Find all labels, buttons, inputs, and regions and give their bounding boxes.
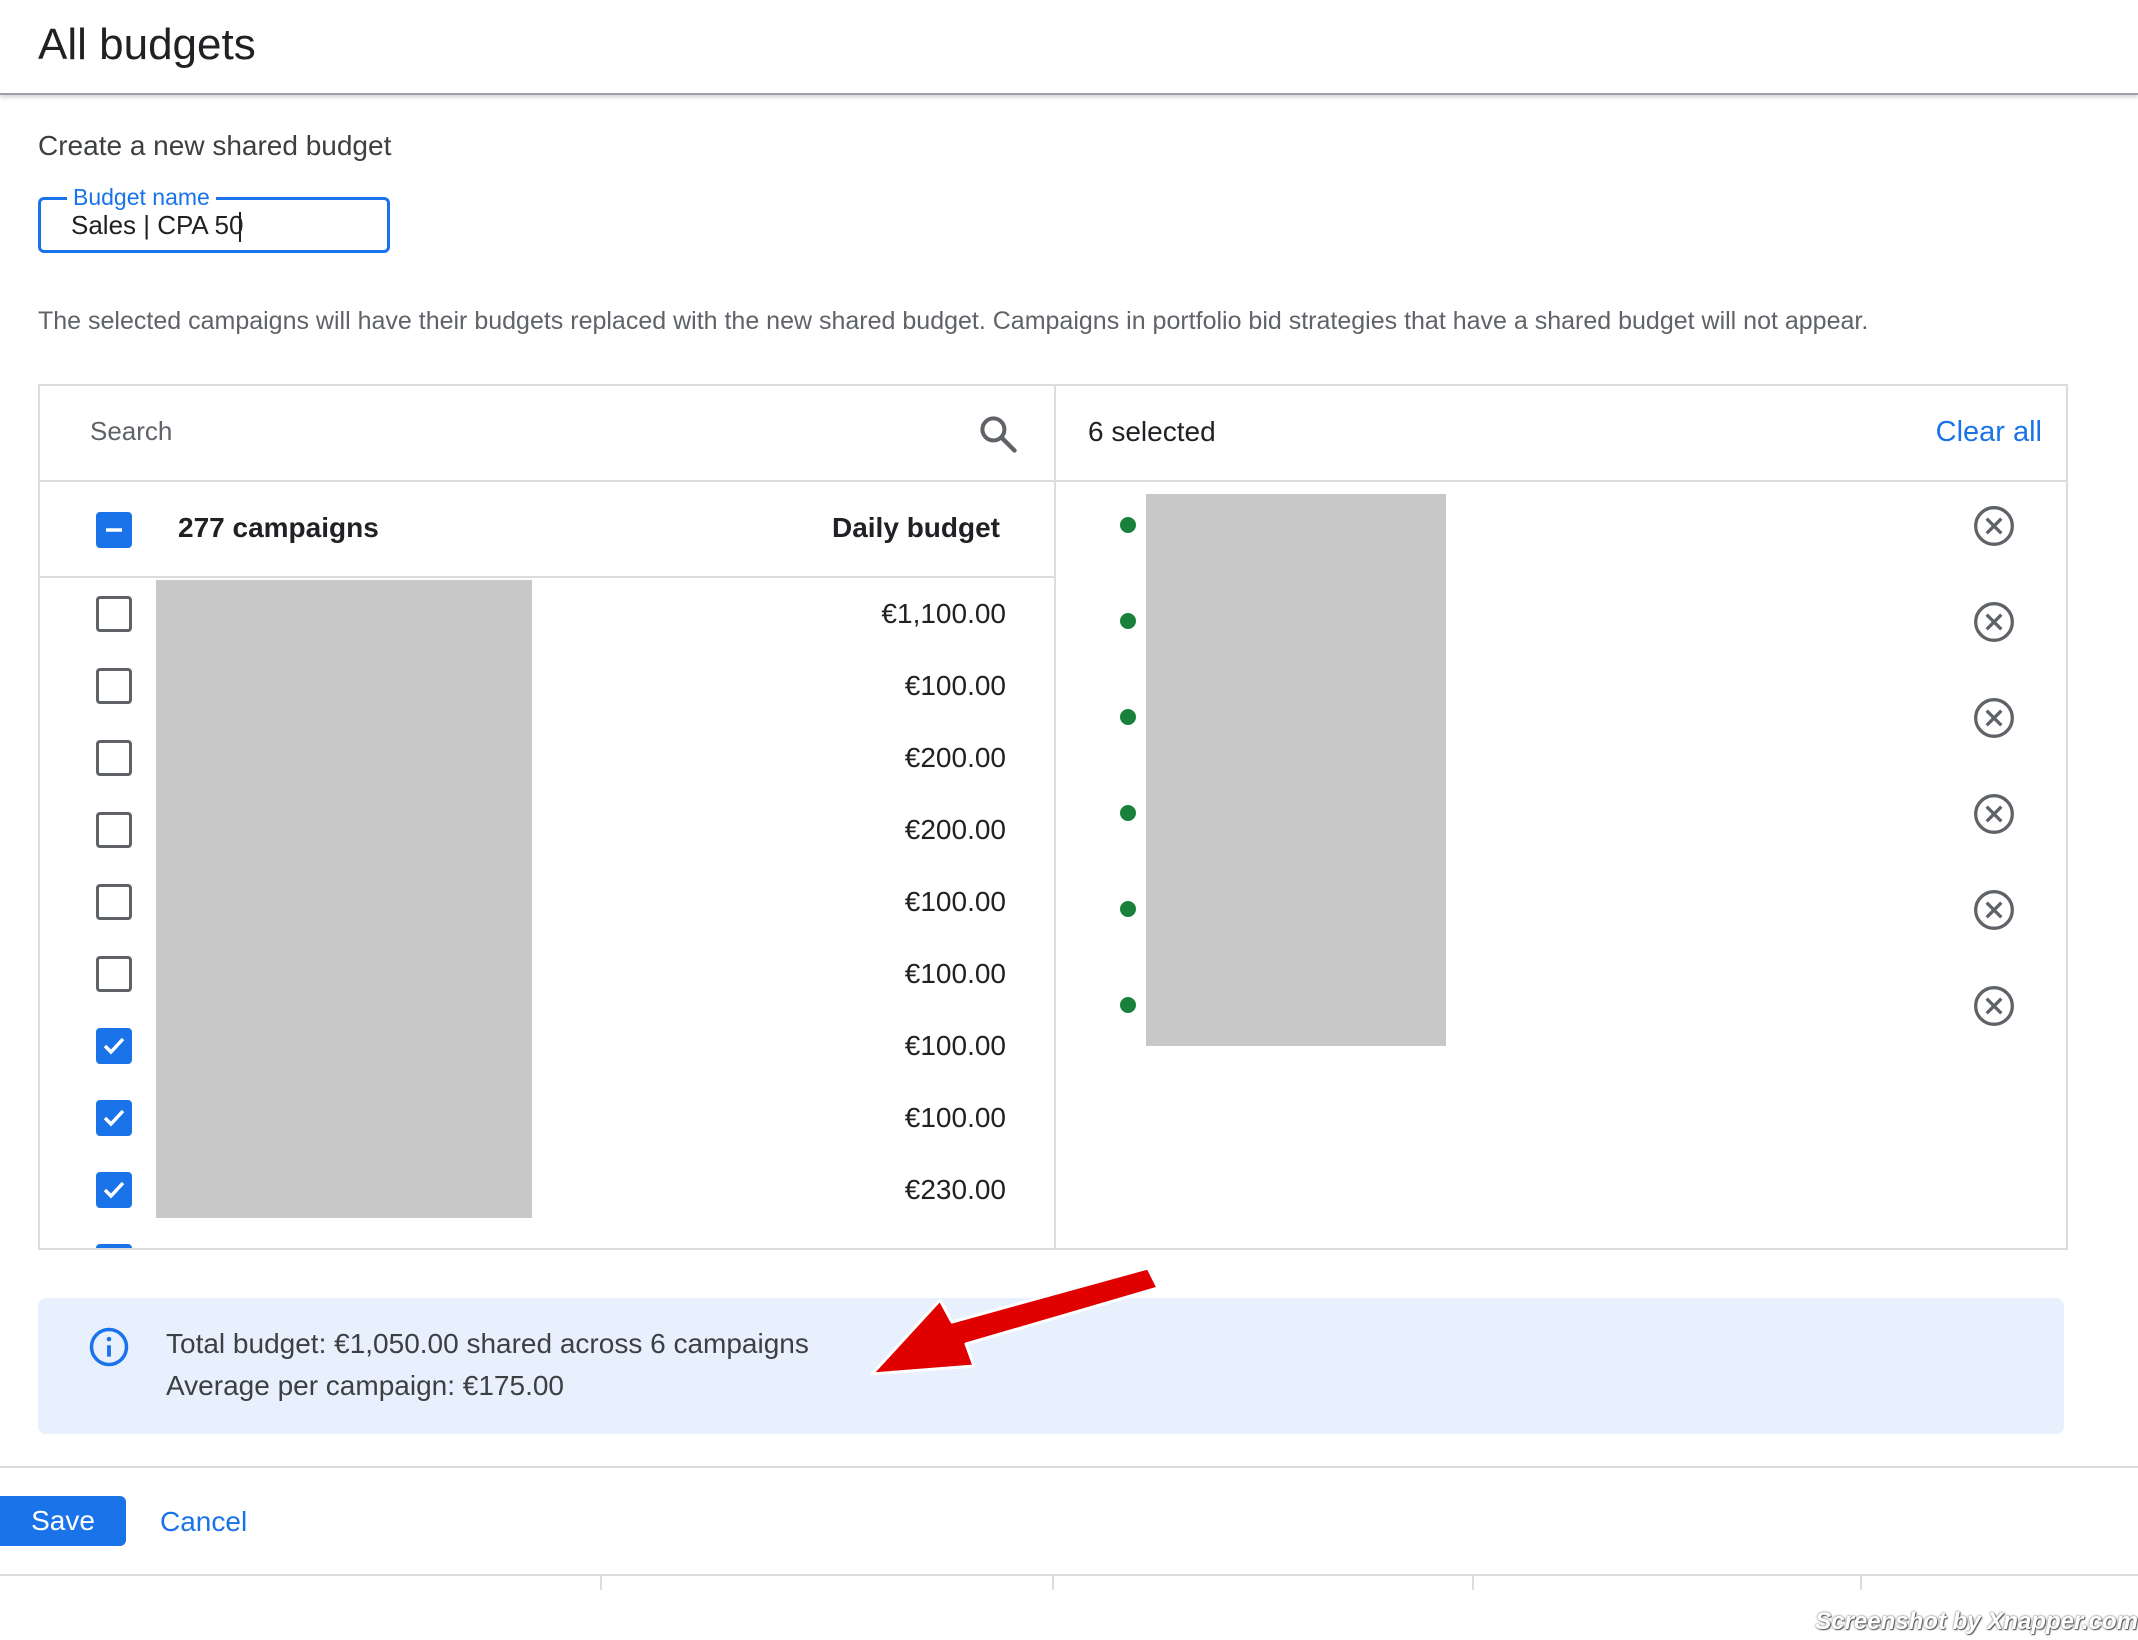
column-tick bbox=[1472, 1574, 1474, 1590]
annotation-arrow-icon bbox=[870, 1266, 1160, 1376]
status-dot bbox=[1120, 805, 1136, 821]
row-checkbox[interactable] bbox=[96, 812, 132, 848]
table-row-partial[interactable] bbox=[40, 1226, 1054, 1248]
check-icon bbox=[103, 1037, 125, 1055]
select-all-checkbox[interactable] bbox=[96, 512, 132, 548]
status-dot bbox=[1120, 901, 1136, 917]
campaign-list-header: 277 campaigns Daily budget bbox=[40, 482, 1054, 578]
row-checkbox[interactable] bbox=[96, 956, 132, 992]
page-title: All budgets bbox=[38, 20, 256, 69]
row-checkbox[interactable] bbox=[96, 596, 132, 632]
row-checkbox-checked[interactable] bbox=[96, 1100, 132, 1136]
info-icon bbox=[89, 1327, 129, 1367]
search-icon[interactable] bbox=[976, 412, 1020, 456]
budget-name-field[interactable]: Budget name bbox=[38, 183, 390, 253]
campaign-picker-panel: 277 campaigns Daily budget €1,100.00 €10… bbox=[38, 384, 2068, 1250]
budget-name-label: Budget name bbox=[67, 183, 216, 211]
status-dot bbox=[1120, 613, 1136, 629]
clear-all-button[interactable]: Clear all bbox=[1936, 416, 2042, 449]
remove-circle-icon[interactable] bbox=[1972, 792, 2016, 836]
bottom-divider bbox=[0, 1574, 2138, 1576]
average-budget-text: Average per campaign: €175.00 bbox=[166, 1370, 564, 1401]
row-daily-budget: €200.00 bbox=[904, 814, 1006, 845]
page-header: All budgets bbox=[0, 0, 2138, 95]
redacted-selected-names bbox=[1146, 494, 1446, 1046]
replacement-info-text: The selected campaigns will have their b… bbox=[38, 307, 1869, 335]
row-checkbox-checked[interactable] bbox=[96, 1028, 132, 1064]
check-icon bbox=[103, 1109, 125, 1127]
row-daily-budget: €100.00 bbox=[904, 958, 1006, 989]
search-input[interactable] bbox=[90, 416, 690, 447]
search-bar bbox=[40, 386, 1054, 482]
row-checkbox[interactable] bbox=[96, 740, 132, 776]
column-tick bbox=[600, 1574, 602, 1590]
campaign-rows: €1,100.00 €100.00 €200.00 €200.00 €100.0… bbox=[40, 578, 1054, 1248]
selected-count: 6 selected bbox=[1088, 416, 1216, 447]
remove-circle-icon[interactable] bbox=[1972, 984, 2016, 1028]
status-dot bbox=[1120, 709, 1136, 725]
status-dot bbox=[1120, 997, 1136, 1013]
row-daily-budget: €100.00 bbox=[904, 886, 1006, 917]
save-button[interactable]: Save bbox=[0, 1496, 126, 1546]
budget-name-input[interactable] bbox=[71, 210, 371, 240]
selected-header: 6 selected Clear all bbox=[1056, 386, 2066, 482]
remove-circle-icon[interactable] bbox=[1972, 600, 2016, 644]
selected-campaigns-list bbox=[1056, 482, 2066, 1248]
row-daily-budget: €100.00 bbox=[904, 1102, 1006, 1133]
column-tick bbox=[1052, 1574, 1054, 1590]
check-icon bbox=[103, 1181, 125, 1199]
row-daily-budget: €100.00 bbox=[904, 1030, 1006, 1061]
row-daily-budget: €200.00 bbox=[904, 742, 1006, 773]
form-subtitle: Create a new shared budget bbox=[38, 130, 392, 161]
watermark: Screenshot by Xnapper.com bbox=[1815, 1608, 2138, 1635]
row-checkbox[interactable] bbox=[96, 668, 132, 704]
footer-divider bbox=[0, 1466, 2138, 1468]
cancel-button[interactable]: Cancel bbox=[160, 1506, 247, 1538]
remove-circle-icon[interactable] bbox=[1972, 696, 2016, 740]
campaign-count-header: 277 campaigns bbox=[178, 512, 379, 543]
indeterminate-icon bbox=[106, 528, 122, 532]
redacted-campaign-names bbox=[156, 580, 532, 1218]
row-checkbox-checked[interactable] bbox=[96, 1244, 132, 1248]
row-daily-budget: €230.00 bbox=[904, 1174, 1006, 1205]
daily-budget-column-header: Daily budget bbox=[831, 512, 1000, 543]
row-daily-budget: €1,100.00 bbox=[881, 598, 1006, 629]
remove-circle-icon[interactable] bbox=[1972, 504, 2016, 548]
row-checkbox[interactable] bbox=[96, 884, 132, 920]
row-daily-budget: €100.00 bbox=[904, 670, 1006, 701]
column-tick bbox=[1860, 1574, 1862, 1590]
total-budget-text: Total budget: €1,050.00 shared across 6 … bbox=[166, 1328, 809, 1359]
row-checkbox-checked[interactable] bbox=[96, 1172, 132, 1208]
text-caret bbox=[239, 212, 241, 242]
status-dot bbox=[1120, 517, 1136, 533]
remove-circle-icon[interactable] bbox=[1972, 888, 2016, 932]
